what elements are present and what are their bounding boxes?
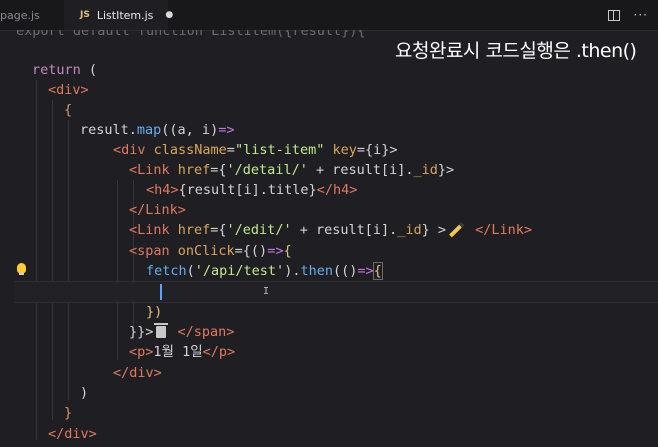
code-line: ) [80,385,89,401]
trash-emoji-icon [154,323,169,338]
code-line: fetch('/api/test').then(()=>{ [146,262,383,280]
code-line: export default function ListItem({result… [16,30,366,39]
tab-label: ListItem.js [96,8,154,22]
indent-guide [117,180,118,360]
code-line: }) [146,304,163,320]
code-line: <h4>{result[i].title}</h4> [146,182,358,198]
code-line: <p>1월 1일</p> [129,344,236,360]
mouse-ibeam-icon: I [263,286,270,297]
pencil-emoji-icon [449,222,464,238]
indent-guide [36,80,37,440]
code-line: return ( [32,62,98,78]
indent-guide [52,100,53,420]
lightbulb-icon[interactable] [17,263,26,275]
text-cursor [160,284,162,300]
code-line: </div> [113,365,162,381]
unsaved-dot-icon[interactable]: ● [165,10,173,20]
editor-tab-bar: page.js JS ListItem.js ● ··· [0,0,658,31]
tab-actions: ··· [607,0,648,30]
tab-page-js[interactable]: page.js [0,0,64,30]
code-line: <div> [48,82,89,98]
code-line: <Link href={'/detail/' + result[i]._id}> [129,162,455,178]
code-line: <Link href={'/edit/' + result[i]._id} > … [129,222,533,238]
code-line: <span onClick={()=>{ [129,243,292,259]
split-editor-icon[interactable] [607,9,620,21]
current-line-highlight [14,281,658,303]
tutorial-caption: 요청완료시 코드실행은 .then() [395,40,637,62]
code-line: { [64,102,73,118]
code-line: } [64,405,73,421]
code-line: </Link> [129,202,186,218]
indent-guide [68,120,69,400]
code-line: }}> </span> [129,323,235,340]
js-file-icon: JS [80,10,90,20]
code-editor[interactable]: export default function ListItem({result… [0,30,658,447]
tab-label: page.js [0,8,40,22]
tab-listitem-js[interactable]: JS ListItem.js ● [64,0,173,30]
more-actions-icon[interactable]: ··· [634,8,648,22]
code-line: <div className="list-item" key={i}> [113,142,398,158]
code-line: result.map((a, i)=> [80,122,235,138]
code-line: </div> [48,426,97,442]
